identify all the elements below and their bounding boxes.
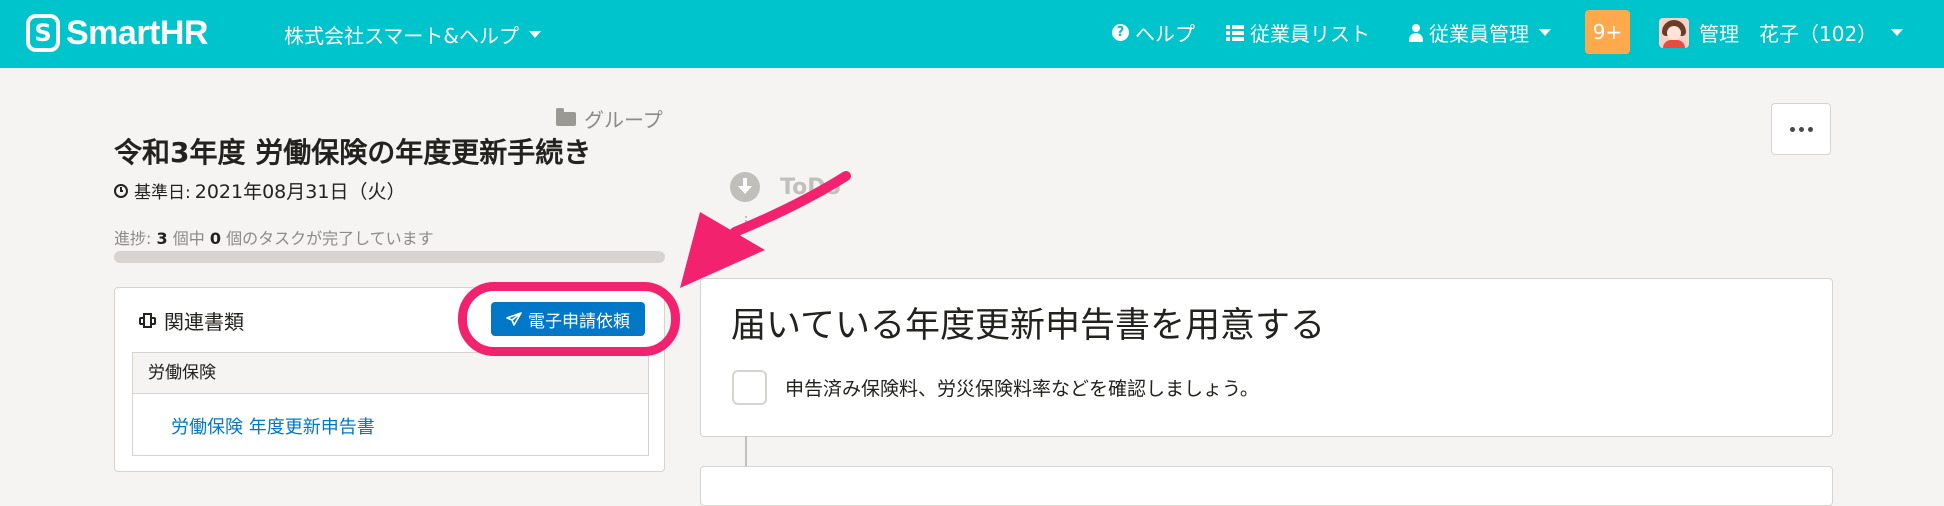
timeline-connector	[745, 216, 749, 230]
docs-title-label: 関連書類	[164, 310, 244, 334]
question-circle-icon: ?	[1112, 24, 1129, 41]
printer-icon	[139, 313, 156, 328]
top-navbar: S SmartHR 株式会社スマート&ヘルプ ? ヘルプ 従業員リスト 従業員管…	[0, 0, 1944, 68]
folder-icon	[556, 107, 576, 126]
page-title: 令和3年度 労働保険の年度更新手続き	[114, 136, 592, 169]
nav-help[interactable]: ? ヘルプ	[1112, 18, 1195, 47]
user-name: 管理 花子（102）	[1699, 22, 1878, 46]
ellipsis-icon	[1789, 126, 1795, 132]
docs-title: 関連書類	[139, 306, 244, 335]
todo-section-header: ToDo	[730, 172, 841, 202]
clock-icon	[114, 183, 128, 198]
user-menu[interactable]: 管理 花子（102）	[1699, 18, 1904, 47]
annotation-highlight-ring	[458, 282, 680, 356]
task-checkbox[interactable]	[732, 370, 767, 405]
group-link[interactable]: グループ	[556, 104, 663, 133]
notification-badge[interactable]: 9+	[1585, 10, 1630, 54]
task-card[interactable]: 届いている年度更新申告書を用意する 申告済み保険料、労災保険料率などを確認しまし…	[700, 278, 1833, 437]
nav-employee-list-label: 従業員リスト	[1250, 22, 1370, 46]
nav-employee-list[interactable]: 従業員リスト	[1226, 18, 1370, 47]
smarthr-logo[interactable]: S SmartHR	[26, 11, 208, 55]
caret-down-icon	[529, 31, 541, 38]
nav-employee-manage-label: 従業員管理	[1429, 22, 1529, 46]
company-name: 株式会社スマート&ヘルプ	[284, 24, 519, 48]
progress-suffix: 個のタスクが完了しています	[226, 229, 434, 248]
caret-down-icon	[1891, 29, 1904, 36]
progress-prefix: 進捗:	[114, 229, 152, 248]
user-icon	[1409, 23, 1423, 42]
nav-help-label: ヘルプ	[1135, 22, 1195, 46]
timeline-line	[745, 436, 747, 466]
caret-down-icon	[1539, 29, 1551, 36]
base-date-label: 基準日:	[134, 183, 191, 203]
group-label: グループ	[584, 108, 663, 132]
progress-total: 3	[156, 229, 168, 248]
task-card-next[interactable]	[700, 466, 1833, 506]
base-date: 基準日: 2021年08月31日（火）	[114, 177, 405, 204]
docs-table: 労働保険 労働保険 年度更新申告書	[132, 352, 649, 456]
base-date-value: 2021年08月31日（火）	[194, 181, 406, 203]
more-options-button[interactable]	[1771, 103, 1831, 155]
docs-category: 労働保険	[133, 353, 648, 394]
task-title: 届いている年度更新申告書を用意する	[731, 306, 1325, 346]
logo-text: SmartHR	[66, 13, 208, 52]
nav-employee-manage[interactable]: 従業員管理	[1409, 18, 1551, 47]
task-description: 申告済み保険料、労災保険料率などを確認しましょう。	[785, 378, 1259, 400]
document-link[interactable]: 労働保険 年度更新申告書	[171, 413, 375, 439]
company-selector[interactable]: 株式会社スマート&ヘルプ	[284, 20, 541, 49]
progress-done: 0	[209, 229, 221, 248]
todo-label: ToDo	[780, 174, 841, 200]
list-icon	[1226, 24, 1244, 41]
arrow-circle-down-icon	[730, 172, 760, 202]
progress-text: 進捗: 3 個中 0 個のタスクが完了しています	[114, 225, 434, 249]
progress-bar	[114, 251, 665, 263]
avatar[interactable]	[1659, 18, 1689, 48]
logo-mark-icon: S	[26, 14, 60, 52]
progress-mid: 個中	[172, 229, 205, 248]
